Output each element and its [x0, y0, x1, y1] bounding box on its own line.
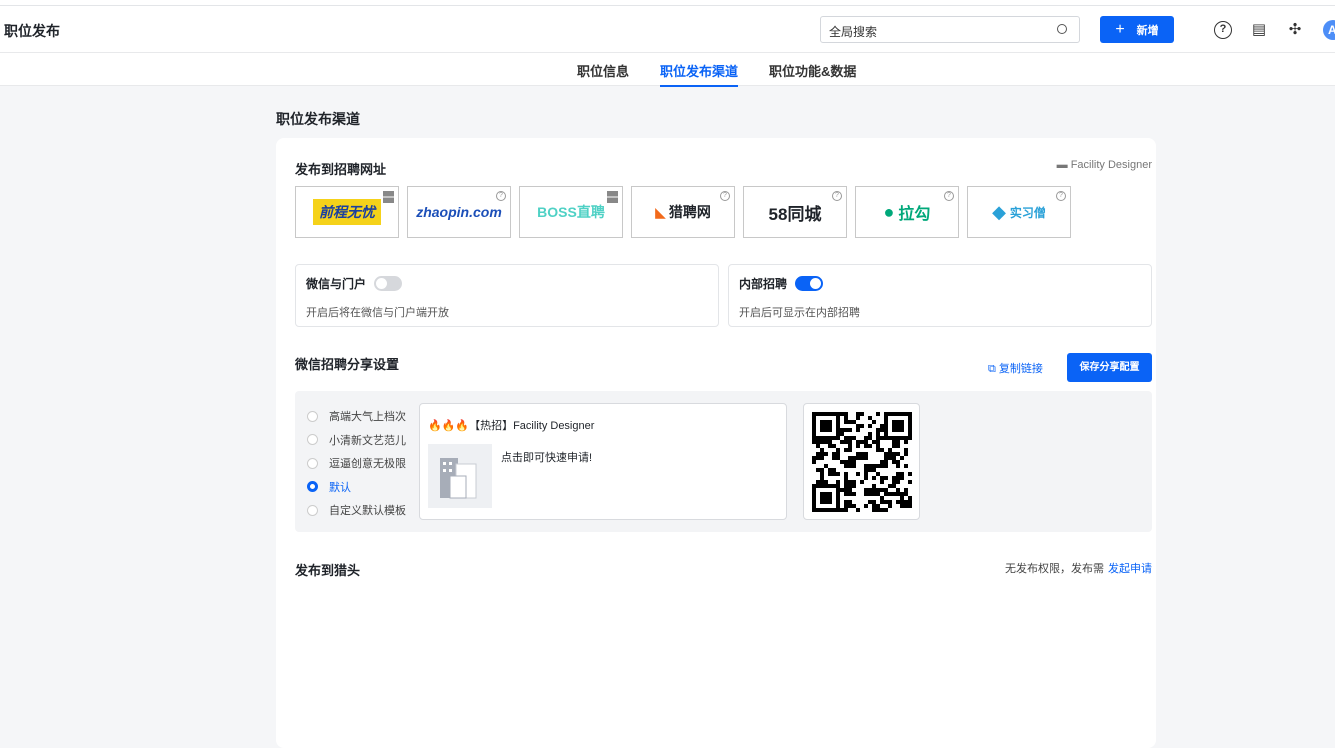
qr-code [803, 403, 920, 520]
tab-job-info[interactable]: 职位信息 [577, 61, 629, 80]
section-title: 职位发布渠道 [276, 111, 360, 127]
job-name: ▬ Facility Designer [1056, 159, 1152, 171]
template-radio[interactable]: 默认 [307, 479, 351, 495]
radio-icon [307, 410, 318, 422]
logo-51job[interactable]: 前程无忧 [295, 186, 399, 238]
tab-job-functions[interactable]: 职位功能&数据 [769, 61, 856, 80]
headhunter-title: 发布到猎头 [295, 563, 361, 578]
internal-toggle[interactable] [795, 276, 824, 291]
save-share-config-button[interactable]: 保存分享配置 [1067, 353, 1152, 382]
copy-icon: ⧉ [988, 363, 999, 375]
briefcase-icon: ▬ [1056, 159, 1071, 171]
channel-card: 发布到招聘网址 ▬ Facility Designer 前程无忧 zhaopin… [276, 138, 1156, 748]
radio-icon [307, 457, 318, 469]
radio-icon [307, 434, 318, 445]
logo-lagou[interactable]: ● 拉勾? [855, 186, 959, 238]
help-icon: ? [944, 191, 954, 201]
wechat-toggle[interactable] [374, 276, 403, 291]
plus-icon: + [1115, 20, 1125, 38]
template-radio[interactable]: 自定义默认模板 [307, 502, 406, 518]
help-icon: ? [720, 191, 730, 201]
headhunter-notice: 无发布权限，发布需 发起申请 [1005, 563, 1152, 575]
logo-58[interactable]: 58同城? [743, 186, 847, 238]
share-panel: 高端大气上档次 小清新文艺范儿 逗逼创意无极限 默认自定义默认模板 🔥🔥🔥【热招】Fa… [295, 391, 1152, 532]
radio-icon [307, 504, 318, 516]
share-preview: 🔥🔥🔥【热招】Facility Designer 点击即可快速申请! [419, 403, 787, 520]
template-radio[interactable]: 小清新文艺范儿 [307, 432, 406, 448]
template-radio[interactable]: 高端大气上档次 [307, 408, 406, 424]
radio-icon [307, 481, 318, 492]
tab-bar: 职位信息 职位发布渠道 职位功能&数据 [0, 53, 1335, 87]
apply-link[interactable]: 发起申请 [1108, 563, 1152, 575]
help-icon: ? [496, 191, 506, 201]
global-search-input[interactable]: 全局搜索 [820, 16, 1080, 43]
menu-icon [607, 191, 618, 203]
logo-boss[interactable]: BOSS直聘 [519, 186, 623, 238]
logo-shixiseng[interactable]: ◆ 实习僧? [967, 186, 1071, 238]
page-title: 职位发布 [4, 23, 60, 39]
logo-zhaopin[interactable]: zhaopin.com? [407, 186, 511, 238]
header: 职位发布 全局搜索 + 新增 ? ▤ ✣ A [0, 6, 1335, 53]
avatar[interactable]: A [1323, 20, 1335, 40]
search-icon [1057, 24, 1067, 34]
building-icon [428, 444, 492, 508]
plugin-icon[interactable]: ✣ [1286, 21, 1304, 39]
share-title: 微信招聘分享设置 [295, 357, 400, 372]
logo-liepin[interactable]: ◣ 猎聘网? [631, 186, 735, 238]
help-icon: ? [832, 191, 842, 201]
site-logos: 前程无忧 zhaopin.com? BOSS直聘 ◣ 猎聘网? 58同城? ● 拉勾… [295, 186, 1071, 238]
template-radio[interactable]: 逗逼创意无极限 [307, 455, 406, 471]
document-icon[interactable]: ▤ [1250, 21, 1268, 39]
new-button[interactable]: + 新增 [1100, 16, 1174, 43]
internal-recruit-box: 内部招聘 开启后可显示在内部招聘 [728, 264, 1152, 327]
menu-icon [383, 191, 394, 203]
help-icon: ? [1056, 191, 1066, 201]
wechat-portal-box: 微信与门户 开启后将在微信与门户端开放 [295, 264, 719, 327]
copy-link-button[interactable]: ⧉ 复制链接 [988, 360, 1043, 376]
tab-publish-channels[interactable]: 职位发布渠道 [660, 61, 739, 87]
sites-title: 发布到招聘网址 [295, 162, 387, 177]
help-icon[interactable]: ? [1214, 21, 1232, 39]
